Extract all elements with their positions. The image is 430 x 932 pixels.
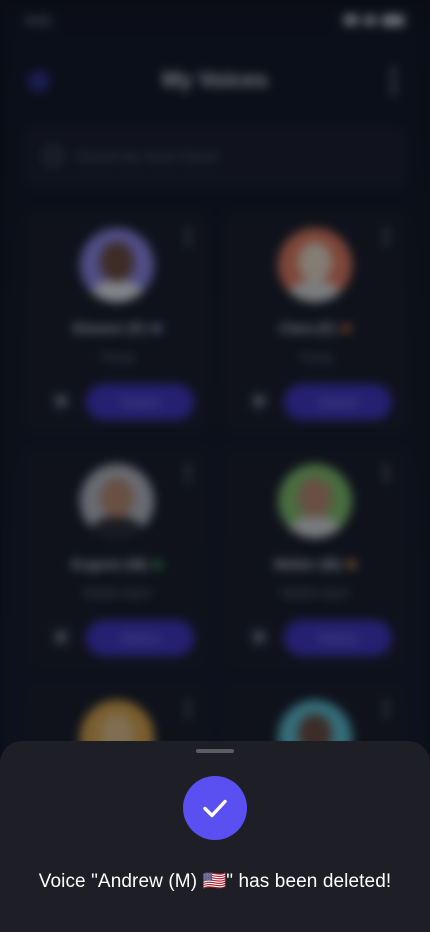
sheet-drag-handle[interactable]: [196, 749, 234, 753]
check-icon: [203, 799, 227, 818]
toast-message: Voice "Andrew (M) 🇺🇸" has been deleted!: [38, 871, 392, 892]
success-badge: [183, 776, 247, 840]
deleted-confirmation-sheet: Voice "Andrew (M) 🇺🇸" has been deleted!: [0, 741, 430, 932]
